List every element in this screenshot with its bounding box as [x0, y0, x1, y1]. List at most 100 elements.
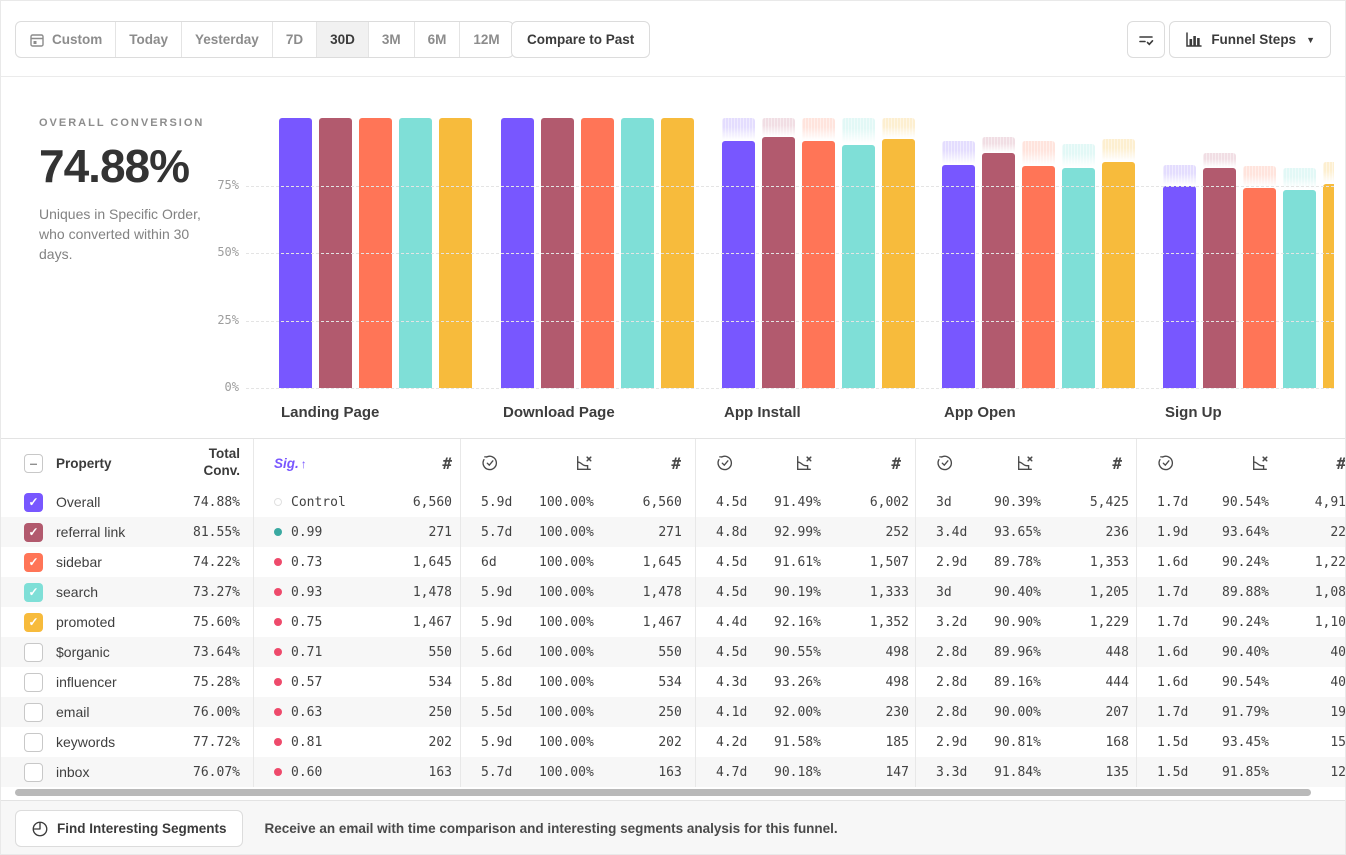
bar-promoted-app-install[interactable] — [882, 139, 915, 388]
row-sig-cell: 0.71550 — [254, 637, 461, 667]
step-count: 202 — [429, 735, 452, 750]
date-range-custom[interactable]: Custom — [16, 22, 116, 57]
hash-icon[interactable]: # — [1034, 454, 1122, 473]
row-checkbox-unchecked[interactable] — [24, 733, 43, 752]
clock-check-icon[interactable] — [936, 454, 994, 472]
bar-referral-link-sign-up[interactable] — [1203, 168, 1236, 388]
row-property-cell: ✓sidebar74.22% — [1, 547, 254, 577]
date-range-12m[interactable]: 12M — [460, 22, 512, 57]
conversion-rate-value: 90.81% — [994, 735, 1041, 750]
step-count: 163 — [594, 765, 682, 780]
date-range-segmented-control: Custom Today Yesterday7D30D3M6M12M — [15, 21, 514, 58]
row-checkbox-checked[interactable]: ✓ — [24, 523, 43, 542]
sig-dot-pink — [274, 708, 282, 716]
sig-value: 0.57 — [291, 675, 429, 690]
row-checkbox-unchecked[interactable] — [24, 763, 43, 782]
chart-decline-x-icon[interactable] — [1215, 454, 1269, 472]
row-checkbox-checked[interactable]: ✓ — [24, 493, 43, 512]
date-range-3m[interactable]: 3M — [369, 22, 415, 57]
bar-sidebar-app-open[interactable] — [1022, 166, 1055, 388]
list-check-icon — [1137, 31, 1155, 49]
date-range-today[interactable]: Today — [116, 22, 182, 57]
row-property-cell: ✓Overall74.88% — [1, 487, 254, 517]
sig-dot-control — [274, 498, 282, 506]
y-tick-label: 25% — [217, 313, 239, 327]
clock-check-icon[interactable] — [1157, 454, 1215, 472]
step-count: 207 — [1041, 705, 1129, 720]
bar-overall-app-install[interactable] — [722, 141, 755, 388]
property-name: inbox — [56, 764, 178, 780]
row-checkbox-checked[interactable]: ✓ — [24, 613, 43, 632]
bar-search-app-open[interactable] — [1062, 168, 1095, 388]
bar-referral-link-app-open[interactable] — [982, 153, 1015, 388]
clock-check-icon[interactable] — [481, 454, 539, 472]
chart-decline-x-icon[interactable] — [994, 454, 1034, 472]
avg-time-value: 1.9d — [1157, 525, 1215, 540]
row-step-cell: 4.5d91.61%1,507 — [696, 547, 916, 577]
bar-overall-sign-up[interactable] — [1163, 186, 1196, 388]
avg-time-value: 1.6d — [1157, 555, 1215, 570]
avg-time-value: 2.8d — [936, 645, 994, 660]
conversion-rate-value: 89.78% — [994, 555, 1041, 570]
hash-icon[interactable]: # — [593, 454, 681, 473]
step-count: 271 — [594, 525, 682, 540]
row-checkbox-checked[interactable]: ✓ — [24, 583, 43, 602]
bar-sidebar-sign-up[interactable] — [1243, 188, 1276, 388]
avg-time-value: 4.8d — [716, 525, 774, 540]
bar-promoted-app-open[interactable] — [1102, 162, 1135, 388]
step-label: Download Page — [503, 404, 615, 421]
bar-referral-link-app-install[interactable] — [762, 137, 795, 388]
date-range-6m[interactable]: 6M — [415, 22, 461, 57]
bar-promoted-sign-up[interactable] — [1323, 184, 1334, 388]
avg-time-value: 3d — [936, 495, 994, 510]
conversion-rate-value: 93.64% — [1215, 525, 1269, 540]
hash-icon[interactable]: # — [813, 454, 901, 473]
bar-search-app-install[interactable] — [842, 145, 875, 389]
hash-icon[interactable]: # — [1269, 454, 1346, 473]
funnel-steps-view-button[interactable]: Funnel Steps ▼ — [1169, 21, 1331, 58]
find-interesting-segments-button[interactable]: Find Interesting Segments — [15, 810, 243, 847]
bar-sidebar-app-install[interactable] — [802, 141, 835, 388]
avg-time-value: 6d — [481, 555, 539, 570]
row-checkbox-unchecked[interactable] — [24, 703, 43, 722]
conversion-rate-value: 100.00% — [539, 735, 594, 750]
list-options-button[interactable] — [1127, 21, 1165, 58]
avg-time-value: 1.7d — [1157, 705, 1215, 720]
date-range-30d[interactable]: 30D — [317, 22, 369, 57]
horizontal-scrollbar-thumb[interactable] — [15, 789, 1311, 796]
clock-check-icon[interactable] — [716, 454, 774, 472]
bar-search-sign-up[interactable] — [1283, 190, 1316, 388]
conversion-rate-value: 90.00% — [994, 705, 1041, 720]
chart-decline-x-icon[interactable] — [539, 454, 593, 472]
row-checkbox-unchecked[interactable] — [24, 673, 43, 692]
property-column-header: Property — [56, 456, 178, 471]
header-step-section: # — [461, 439, 696, 487]
total-conversion-value: 73.27% — [178, 585, 240, 600]
footer-bar: Find Interesting Segments Receive an ema… — [1, 800, 1345, 855]
breakdown-table: – Property Total Conv. Sig.↑ # #### ✓Ove… — [1, 438, 1346, 787]
select-all-checkbox[interactable]: – — [24, 454, 43, 473]
table-row-overall: ✓Overall74.88%Control6,5605.9d100.00%6,5… — [1, 487, 1346, 517]
row-property-cell: ✓referral link81.55% — [1, 517, 254, 547]
row-step-cell: 5.9d100.00%1,467 — [461, 607, 696, 637]
step-count: 40 — [1269, 645, 1346, 660]
row-checkbox-checked[interactable]: ✓ — [24, 553, 43, 572]
bar-overall-app-open[interactable] — [942, 165, 975, 388]
step-count: 6,002 — [821, 495, 909, 510]
row-sig-cell: 0.57534 — [254, 667, 461, 697]
step-count: 1,353 — [1041, 555, 1129, 570]
property-name: Overall — [56, 494, 178, 510]
avg-time-value: 3.4d — [936, 525, 994, 540]
chart-decline-x-icon[interactable] — [774, 454, 813, 472]
row-checkbox-unchecked[interactable] — [24, 643, 43, 662]
header-step-section: # — [916, 439, 1137, 487]
step-count: 15 — [1269, 735, 1346, 750]
avg-time-value: 5.9d — [481, 735, 539, 750]
date-range-yesterday[interactable]: Yesterday — [182, 22, 273, 57]
date-range-label: Today — [129, 32, 168, 47]
sig-column-header[interactable]: Sig.↑ — [274, 456, 307, 471]
step-count: 202 — [594, 735, 682, 750]
compare-to-past-button[interactable]: Compare to Past — [511, 21, 650, 58]
date-range-7d[interactable]: 7D — [273, 22, 317, 57]
step-count: 1,333 — [821, 585, 909, 600]
